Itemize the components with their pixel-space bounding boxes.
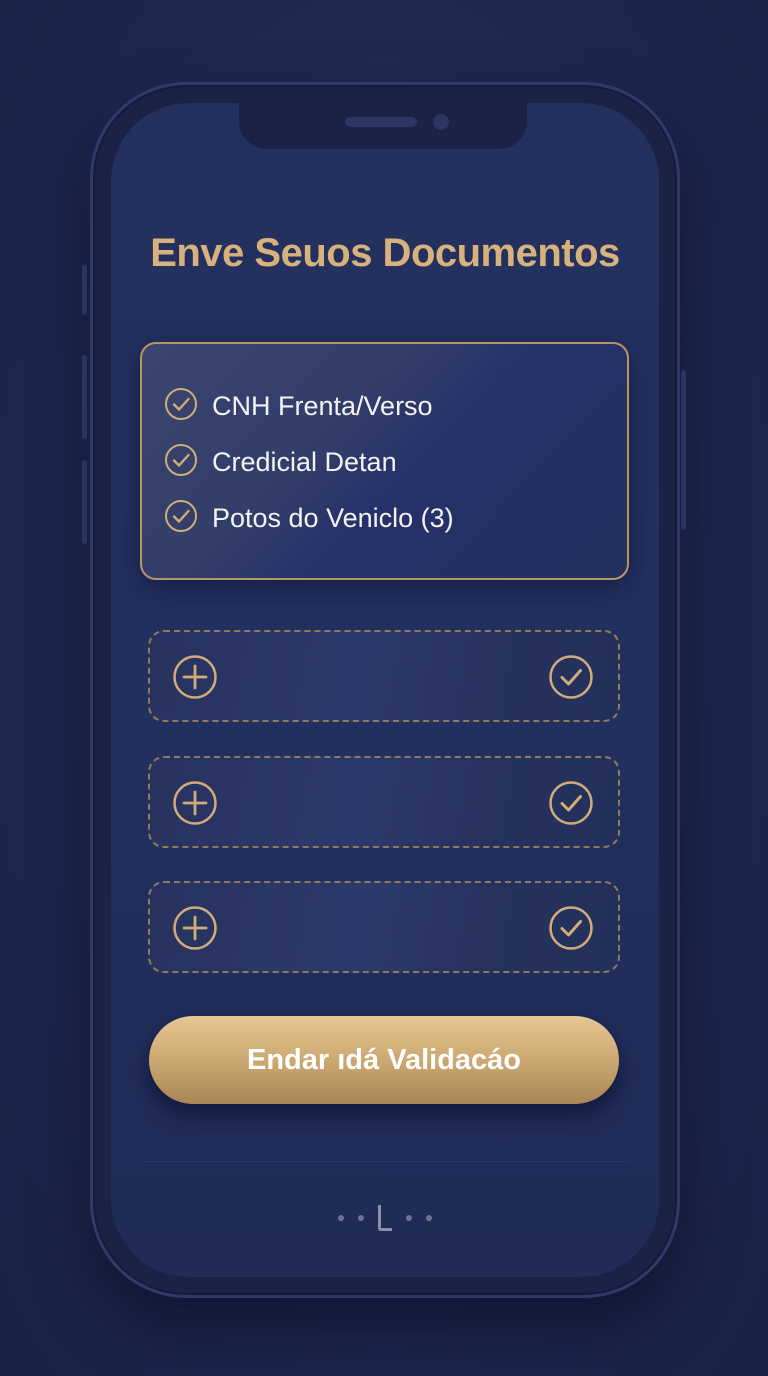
check-circle-icon — [548, 905, 594, 956]
notch — [239, 103, 527, 149]
plus-circle-icon[interactable] — [172, 780, 218, 831]
phone-screen: Enve Seuos Documentos CNH Frenta/Verso C… — [111, 103, 659, 1277]
checklist-item: Credicial Detan — [164, 442, 397, 482]
check-circle-icon — [548, 654, 594, 705]
checklist-item-label: Credicial Detan — [212, 446, 397, 477]
phone-power-button — [681, 370, 686, 530]
upload-slot-1[interactable] — [148, 630, 620, 722]
submit-validation-button[interactable]: Endar ıdá Validacáo — [149, 1016, 619, 1104]
checklist-item-label: CNH Frenta/Verso — [212, 390, 433, 421]
check-circle-icon — [164, 499, 198, 538]
upload-slot-2[interactable] — [148, 756, 620, 848]
checklist-item: Potos do Veniclo (3) — [164, 498, 454, 538]
plus-circle-icon[interactable] — [172, 654, 218, 705]
phone-volume-up — [82, 355, 87, 439]
document-checklist: CNH Frenta/Verso Credicial Detan Potos d… — [140, 342, 629, 580]
page-title: Enve Seuos Documentos — [150, 231, 620, 275]
bottom-divider — [141, 1161, 629, 1162]
page-indicator — [111, 1203, 659, 1233]
check-circle-icon — [164, 443, 198, 482]
speaker — [345, 117, 417, 127]
camera — [433, 114, 449, 130]
phone-volume-down — [82, 460, 87, 544]
checklist-item-label: Potos do Veniclo (3) — [212, 502, 454, 533]
checklist-item: CNH Frenta/Verso — [164, 386, 433, 426]
plus-circle-icon[interactable] — [172, 905, 218, 956]
current-page-marker — [378, 1205, 392, 1231]
check-circle-icon — [548, 780, 594, 831]
page-dot — [338, 1215, 344, 1221]
check-circle-icon — [164, 387, 198, 426]
phone-side-button — [82, 265, 87, 315]
page-dot — [358, 1215, 364, 1221]
page-dot — [406, 1215, 412, 1221]
page-dot — [426, 1215, 432, 1221]
upload-slot-3[interactable] — [148, 881, 620, 973]
